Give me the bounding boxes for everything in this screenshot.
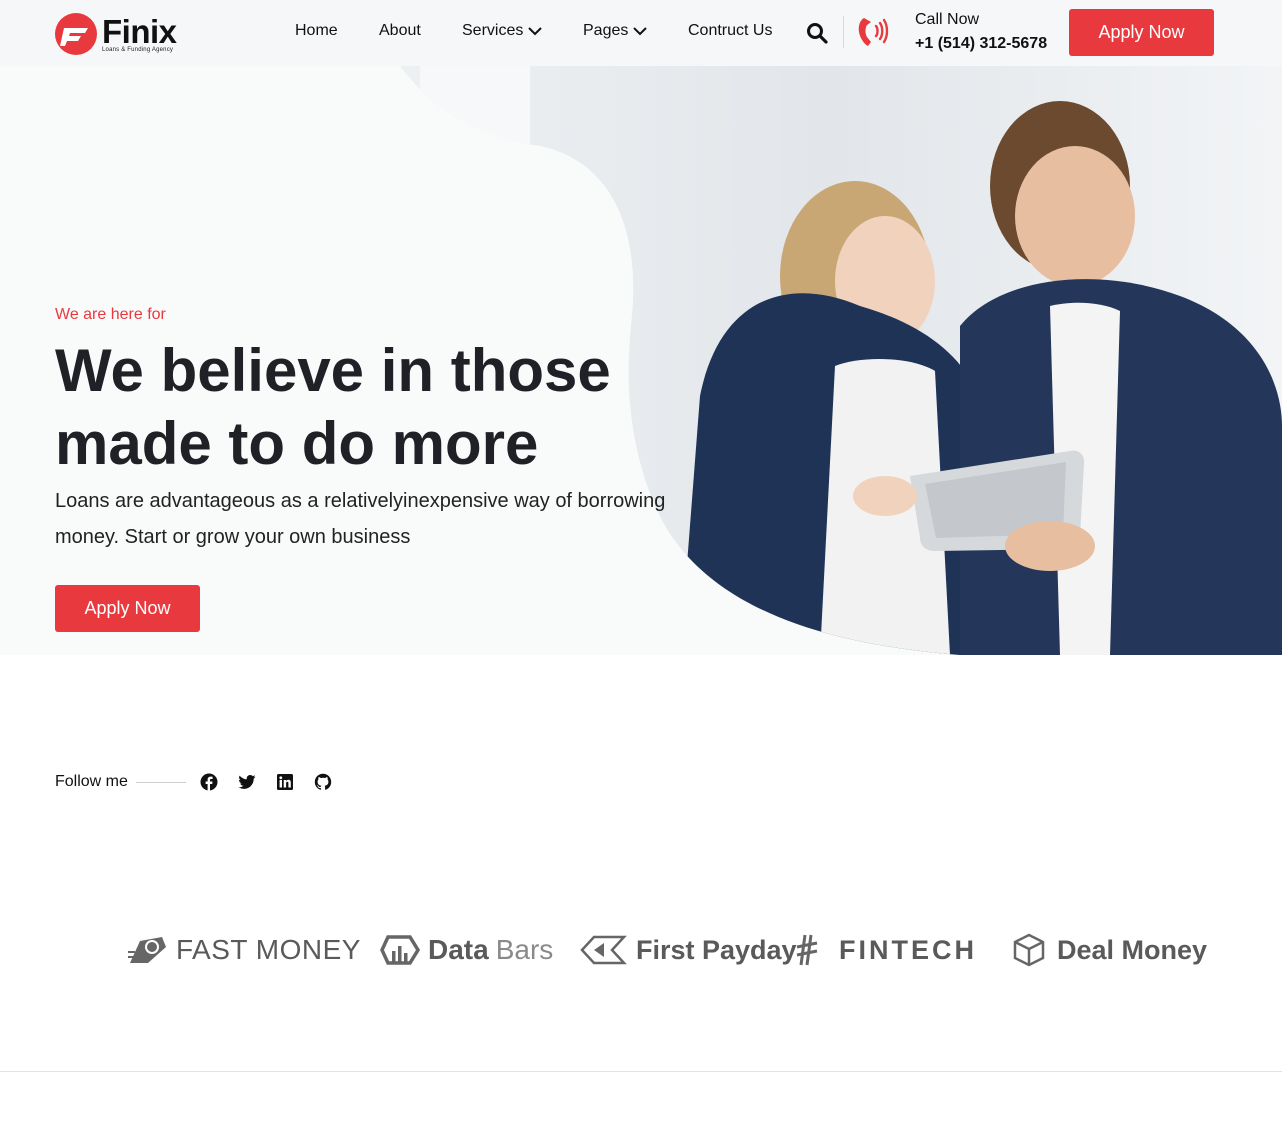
chevron-down-icon [528,27,543,36]
chevron-down-icon [633,27,648,36]
facebook-icon[interactable] [200,773,218,791]
nav-item-services[interactable]: Services [462,22,543,40]
twitter-icon[interactable] [238,773,256,791]
hero-section: We are here for We believe in those made… [0,66,1282,655]
github-icon[interactable] [314,773,332,791]
hero-apply-now-button[interactable]: Apply Now [55,585,200,632]
brand-logo[interactable]: Finix Loans & Funding Agency [54,11,194,57]
partner-logo-fast-money: FAST MONEY [126,925,361,975]
brand-tagline: Loans & Funding Agency [102,46,174,53]
hero-title: We believe in those made to do more [55,337,611,477]
apply-now-button[interactable]: Apply Now [1069,9,1214,56]
partner-logos: FAST MONEY Data Bars First Payday FINTEC… [0,925,1282,975]
deal-money-icon [1013,933,1045,967]
partner-logo-first-payday: First Payday [580,925,797,975]
call-number[interactable]: +1 (514) 312-5678 [915,35,1047,53]
nav-item-contact[interactable]: Contruct Us [688,22,772,40]
follow-divider [135,781,186,783]
nav-item-about[interactable]: About [379,22,421,40]
follow-me-label: Follow me [55,773,128,790]
finix-logo-icon [55,13,97,55]
nav-item-home[interactable]: Home [295,22,338,40]
call-now-label: Call Now [915,11,980,28]
site-header: Finix Loans & Funding Agency Home About … [0,0,1282,66]
linkedin-icon[interactable] [276,773,294,791]
hero-eyebrow: We are here for [55,306,166,323]
fast-money-icon [128,937,166,963]
header-divider [843,16,844,48]
data-bars-icon [380,935,420,965]
partner-logo-deal-money: Deal Money [1013,925,1207,975]
section-divider [0,1071,1282,1072]
brand-name: Finix [102,12,177,50]
fintech-icon [796,934,818,966]
partner-logo-fintech: FINTECH [795,925,977,975]
search-icon[interactable] [806,22,828,44]
follow-me-bar: Follow me [55,770,352,794]
partner-logo-data-bars: Data Bars [380,925,553,975]
first-payday-icon [580,935,627,965]
phone-ringing-icon [858,18,889,46]
nav-item-pages[interactable]: Pages [583,22,648,40]
hero-description: Loans are advantageous as a relativelyin… [55,490,666,548]
